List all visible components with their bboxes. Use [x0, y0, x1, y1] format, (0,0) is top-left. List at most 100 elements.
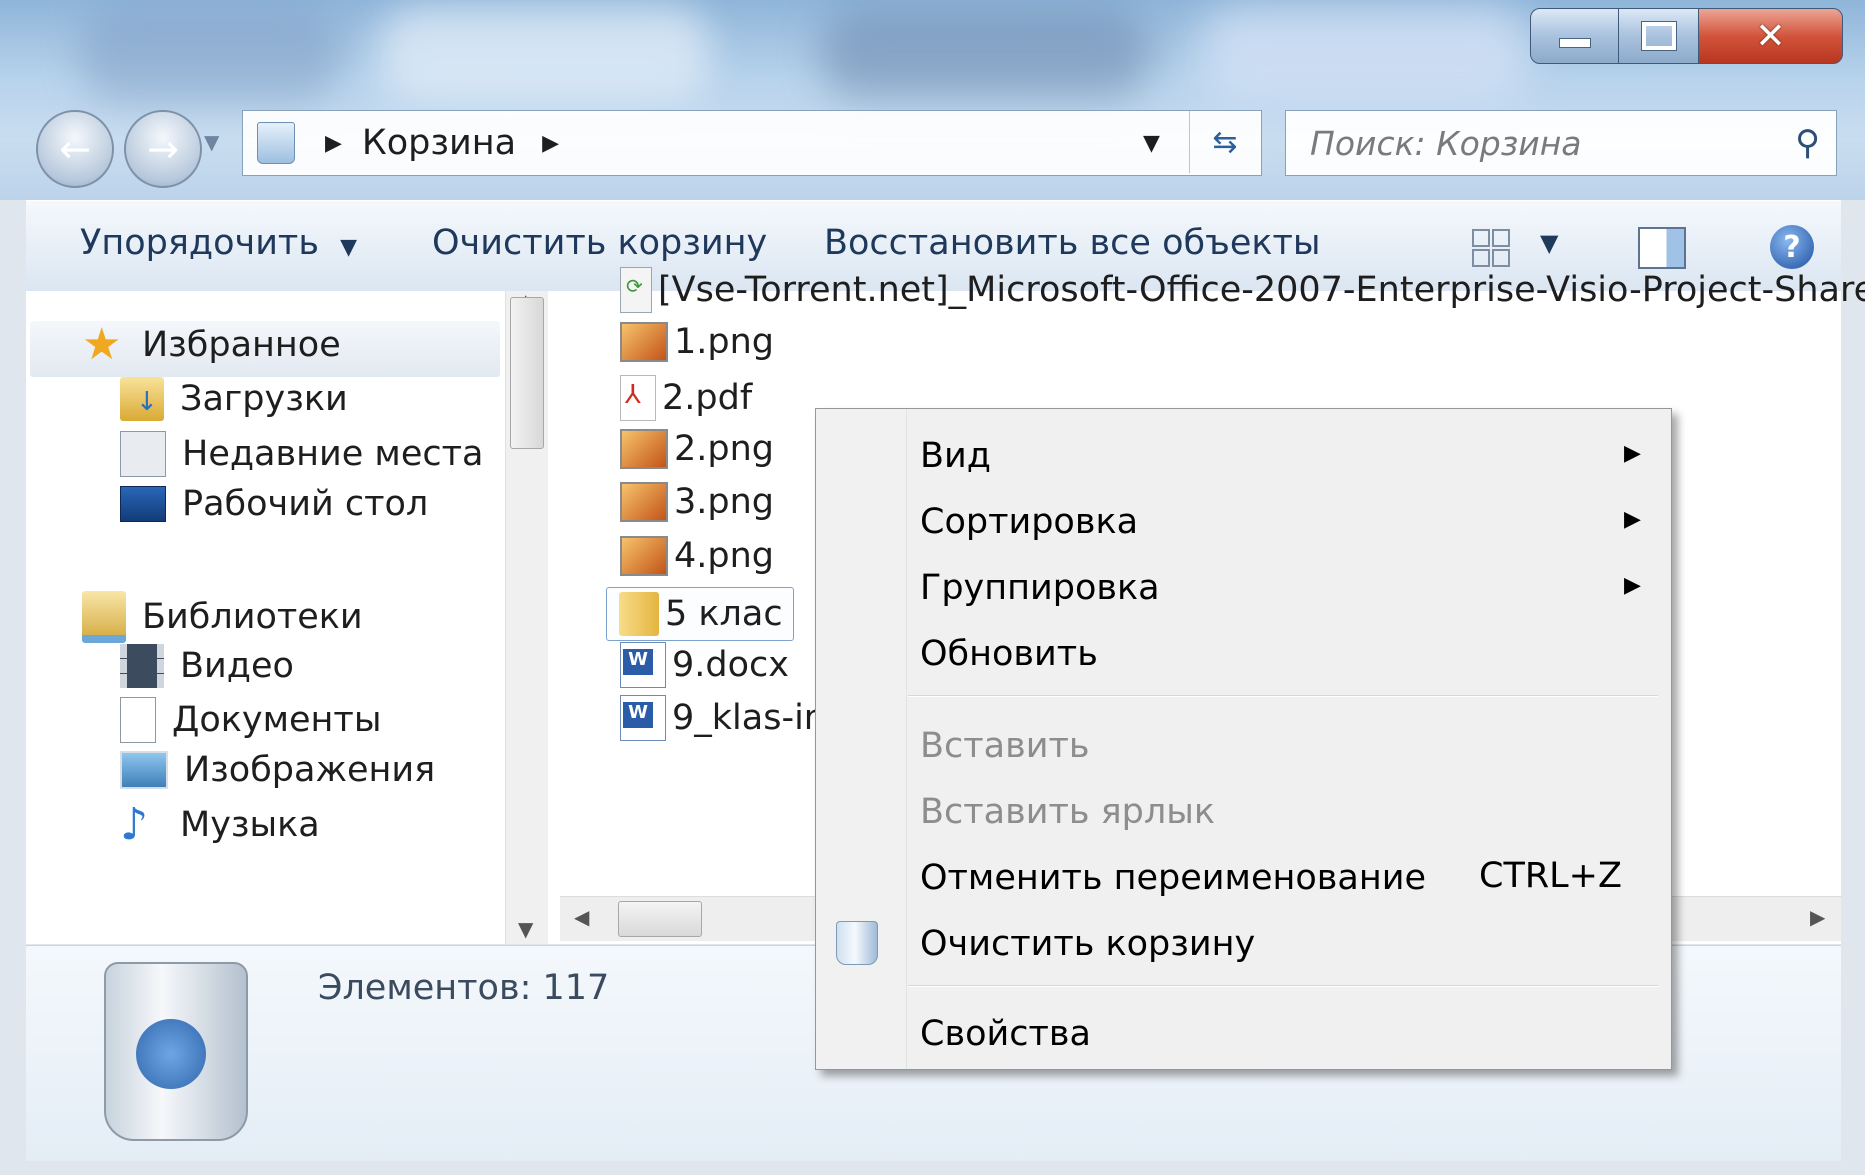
- horizontal-scroll-thumb[interactable]: [618, 901, 702, 937]
- nav-favorites[interactable]: ★ Избранное: [82, 323, 341, 367]
- nav-downloads[interactable]: ↓ Загрузки: [120, 377, 348, 421]
- maximize-button[interactable]: [1618, 8, 1700, 64]
- downloads-folder-icon: ↓: [120, 377, 164, 421]
- back-button[interactable]: ←: [36, 110, 114, 188]
- menu-item-undo-rename[interactable]: Отменить переименование: [920, 853, 1426, 903]
- file-name: 2.pdf: [662, 378, 753, 418]
- nav-documents-label: Документы: [172, 700, 382, 740]
- search-icon[interactable]: ⚲: [1795, 123, 1820, 163]
- nav-music-label: Музыка: [180, 805, 320, 845]
- scroll-right-icon[interactable]: ▶: [1810, 905, 1825, 929]
- recycle-bin-large-icon: [104, 962, 248, 1141]
- list-item[interactable]: 2.png: [620, 429, 774, 469]
- list-item[interactable]: 3.png: [620, 482, 774, 522]
- pdf-file-icon: ⅄: [620, 375, 656, 421]
- menu-item-group[interactable]: Группировка: [920, 563, 1160, 613]
- item-count: Элементов: 117: [318, 968, 610, 1008]
- word-file-icon: W: [620, 695, 666, 741]
- music-icon: ♪: [120, 799, 149, 850]
- menu-sort-label: Сортировка: [920, 502, 1139, 542]
- empty-bin-button[interactable]: Очистить корзину: [432, 223, 767, 263]
- png-file-icon: [620, 322, 668, 362]
- menu-item-view[interactable]: Вид: [920, 431, 991, 481]
- submenu-arrow-icon: ▶: [1624, 507, 1641, 532]
- nav-recent[interactable]: Недавние места: [120, 431, 483, 477]
- nav-documents[interactable]: Документы: [120, 697, 381, 743]
- scroll-down-icon[interactable]: ▼: [518, 917, 533, 941]
- restore-all-button[interactable]: Восстановить все объекты: [824, 223, 1321, 263]
- navigation-pane: ★ Избранное ↓ Загрузки Недавние места Ра…: [26, 291, 552, 944]
- recycle-bin-menu-icon: [836, 921, 878, 965]
- search-box[interactable]: Поиск: Корзина ⚲: [1285, 110, 1837, 176]
- minimize-button[interactable]: [1530, 8, 1620, 64]
- submenu-arrow-icon: ▶: [1624, 441, 1641, 466]
- organize-button[interactable]: Упорядочить ▼: [80, 223, 357, 263]
- refresh-icon: ⇆: [1212, 124, 1238, 160]
- file-name: 1.png: [674, 322, 775, 362]
- forward-button[interactable]: →: [124, 110, 202, 188]
- nav-downloads-label: Загрузки: [180, 379, 348, 419]
- menu-item-paste[interactable]: Вставить: [920, 721, 1089, 771]
- list-item[interactable]: ⅄ 2.pdf: [620, 375, 752, 421]
- preview-pane-icon[interactable]: [1638, 227, 1686, 269]
- address-bar[interactable]: ▶ Корзина ▶ ▼ ⇆: [242, 110, 1262, 176]
- menu-item-sort[interactable]: Сортировка: [920, 497, 1138, 547]
- help-icon[interactable]: ?: [1770, 225, 1814, 269]
- glass-blur: [820, 10, 1150, 100]
- submenu-arrow-icon: ▶: [1624, 573, 1641, 598]
- nav-video-label: Видео: [180, 646, 294, 686]
- glass-blur: [80, 8, 340, 103]
- nav-libraries[interactable]: Библиотеки: [82, 591, 363, 643]
- menu-view-label: Вид: [920, 436, 991, 476]
- breadcrumb-separator-icon[interactable]: ▶: [542, 131, 559, 156]
- recent-places-icon: [120, 431, 166, 477]
- caption-buttons: ✕: [1530, 8, 1845, 64]
- explorer-window: ✕ ← → ▼ ▶ Корзина ▶ ▼ ⇆ Поиск: Корзина ⚲…: [0, 0, 1865, 1175]
- close-button[interactable]: ✕: [1698, 8, 1843, 64]
- scroll-left-icon[interactable]: ◀: [574, 905, 589, 929]
- search-input[interactable]: Поиск: Корзина: [1310, 124, 1582, 163]
- list-item[interactable]: ⟳ [Vse-Torrent.net]_Microsoft-Office-200…: [620, 267, 1865, 313]
- list-item[interactable]: 1.png: [620, 322, 774, 362]
- png-file-icon: [620, 536, 668, 576]
- back-arrow-icon: ←: [59, 127, 91, 171]
- breadcrumb-recycle-bin[interactable]: Корзина: [362, 123, 516, 163]
- menu-separator: [908, 985, 1658, 987]
- nav-libraries-label: Библиотеки: [142, 597, 363, 637]
- nav-video[interactable]: Видео: [120, 644, 294, 688]
- menu-item-refresh[interactable]: Обновить: [920, 629, 1098, 679]
- menu-item-properties[interactable]: Свойства: [920, 1009, 1091, 1059]
- menu-empty-bin-label: Очистить корзину: [920, 924, 1256, 964]
- menu-undo-shortcut: CTRL+Z: [1479, 856, 1622, 896]
- menu-icon-gutter: [816, 409, 907, 1069]
- nav-images[interactable]: Изображения: [120, 750, 435, 790]
- file-name: [Vse-Torrent.net]_Microsoft-Office-2007-…: [658, 270, 1865, 310]
- menu-item-empty-bin[interactable]: Очистить корзину: [920, 919, 1255, 969]
- star-icon: ★: [82, 319, 122, 370]
- breadcrumb-separator-icon[interactable]: ▶: [325, 131, 342, 156]
- nav-desktop[interactable]: Рабочий стол: [120, 484, 428, 524]
- recent-pages-chevron-icon[interactable]: ▼: [204, 130, 219, 154]
- organize-label: Упорядочить: [80, 223, 319, 263]
- list-item[interactable]: 4.png: [620, 536, 774, 576]
- desktop-icon: [120, 486, 166, 522]
- nav-scrollbar[interactable]: ▲ ▼: [505, 289, 548, 944]
- file-name: 3.png: [674, 482, 775, 522]
- nav-images-label: Изображения: [184, 750, 436, 790]
- nav-music[interactable]: ♪ Музыка: [120, 803, 320, 847]
- address-dropdown-icon[interactable]: ▼: [1143, 131, 1160, 156]
- nav-scroll-thumb[interactable]: [510, 297, 544, 449]
- list-item[interactable]: W 9_klas-int: [620, 695, 840, 741]
- file-name: 2.png: [674, 429, 775, 469]
- menu-item-paste-shortcut[interactable]: Вставить ярлык: [920, 787, 1215, 837]
- view-options-icon[interactable]: [1472, 229, 1512, 267]
- images-icon: [120, 751, 168, 789]
- forward-arrow-icon: →: [147, 127, 179, 171]
- list-item[interactable]: W 9.docx: [620, 642, 789, 688]
- menu-undo-rename-label: Отменить переименование: [920, 858, 1427, 898]
- png-file-icon: [620, 482, 668, 522]
- list-item-selected[interactable]: 5 клас: [606, 587, 794, 641]
- refresh-button[interactable]: ⇆: [1189, 111, 1260, 173]
- menu-refresh-label: Обновить: [920, 634, 1098, 674]
- view-dropdown-icon[interactable]: ▼: [1540, 229, 1558, 257]
